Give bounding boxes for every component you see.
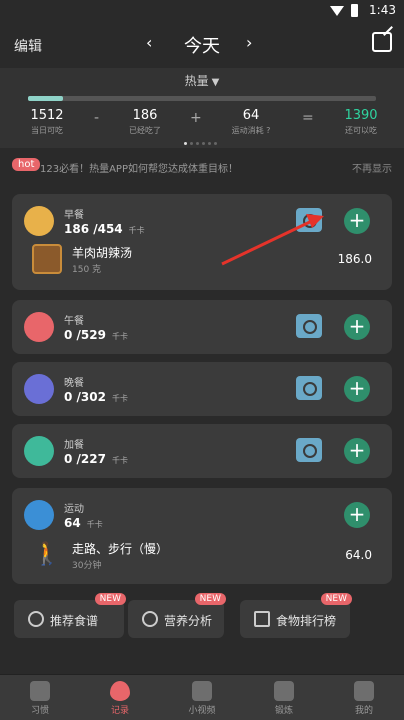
meal-card-dinner[interactable]: 晚餐 0 /302 千卡 + [12, 362, 392, 416]
add-dinner-button[interactable]: + [344, 376, 370, 402]
compose-icon[interactable] [372, 32, 392, 52]
wifi-icon [330, 6, 344, 16]
camera-icon[interactable] [296, 314, 322, 338]
add-breakfast-button[interactable]: + [344, 208, 370, 234]
flame-icon [110, 681, 130, 701]
tab-records[interactable]: 记录 [80, 675, 160, 720]
equals-sign: = [302, 110, 314, 126]
clipboard-check-icon [30, 681, 50, 701]
moon-icon [24, 374, 54, 404]
recommended-recipes-button[interactable]: 推荐食谱 NEW [14, 593, 126, 638]
video-icon [192, 681, 212, 701]
stat-remaining: 1390 还可以吃 [344, 108, 378, 135]
food-image [32, 244, 62, 274]
new-badge: NEW [94, 593, 126, 605]
notice-text[interactable]: 123必看！热量APP如何帮您达成体重目标！ [40, 160, 238, 175]
meal-card-breakfast[interactable]: 早餐 186 /454 千卡 + 羊肉胡辣汤 150 克 186.0 [12, 194, 392, 290]
dismiss-notice-button[interactable]: 不再显示 [352, 160, 392, 175]
recipe-icon [28, 611, 44, 627]
fork-knife-icon [24, 312, 54, 342]
page-indicator [184, 142, 217, 145]
add-snack-button[interactable]: + [344, 438, 370, 464]
status-bar: 1:43 [0, 0, 404, 22]
tab-videos[interactable]: 小视频 [162, 675, 242, 720]
battery-icon [351, 4, 358, 17]
prev-day-button[interactable]: ‹ [146, 33, 152, 52]
calorie-summary: 热量 ▼ 1512 当日可吃 - 186 已经吃了 + 64 运动消耗 ? = 1… [0, 68, 404, 148]
exercise-item[interactable]: 🚶 走路、步行（慢） 30分钟 64.0 [32, 540, 372, 574]
metric-selector[interactable]: 热量 ▼ [0, 72, 404, 89]
camera-icon[interactable] [296, 376, 322, 400]
status-time: 1:43 [369, 3, 396, 17]
bar-chart-icon [254, 611, 270, 627]
walking-icon: 🚶 [33, 542, 61, 567]
meal-card-snack[interactable]: 加餐 0 /227 千卡 + [12, 424, 392, 478]
hot-badge: hot [12, 158, 41, 171]
meal-card-lunch[interactable]: 午餐 0 /529 千卡 + [12, 300, 392, 354]
new-badge: NEW [320, 593, 352, 605]
day-title: 今天 [184, 36, 220, 57]
food-ranking-button[interactable]: 食物排行榜 NEW [240, 593, 352, 638]
calorie-progress-bar [28, 96, 376, 101]
stat-exercise[interactable]: 64 运动消耗 ? [224, 108, 278, 136]
tab-profile[interactable]: 我的 [324, 675, 404, 720]
exercise-card[interactable]: 运动 64 千卡 + 🚶 走路、步行（慢） 30分钟 64.0 [12, 488, 392, 584]
notice-bar[interactable]: hot 123必看！热量APP如何帮您达成体重目标！ 不再显示 [0, 154, 404, 180]
add-lunch-button[interactable]: + [344, 314, 370, 340]
tab-workout[interactable]: 锻炼 [244, 675, 324, 720]
calorie-progress-fill [28, 96, 63, 101]
stat-eaten: 186 已经吃了 [129, 108, 161, 135]
nutrition-analysis-button[interactable]: 营养分析 NEW [128, 593, 226, 638]
add-exercise-button[interactable]: + [344, 502, 370, 528]
annotation-arrow [221, 214, 324, 266]
camera-icon[interactable] [296, 438, 322, 462]
sunrise-icon [24, 206, 54, 236]
next-day-button[interactable]: › [246, 33, 252, 52]
stat-daily-allowance: 1512 当日可吃 [30, 108, 64, 135]
snack-icon [24, 436, 54, 466]
shoe-icon [24, 500, 54, 530]
header-bar: 编辑 今天 ‹ › [0, 22, 404, 68]
caret-down-icon: ▼ [211, 77, 220, 88]
dumbbell-icon [274, 681, 294, 701]
plus-sign: + [190, 110, 202, 126]
new-badge: NEW [194, 593, 226, 605]
pie-chart-icon [142, 611, 158, 627]
profile-icon [354, 681, 374, 701]
bottom-tab-bar: 习惯 记录 小视频 锻炼 我的 [0, 674, 404, 720]
tab-habits[interactable]: 习惯 [0, 675, 80, 720]
minus-sign: - [94, 110, 100, 126]
